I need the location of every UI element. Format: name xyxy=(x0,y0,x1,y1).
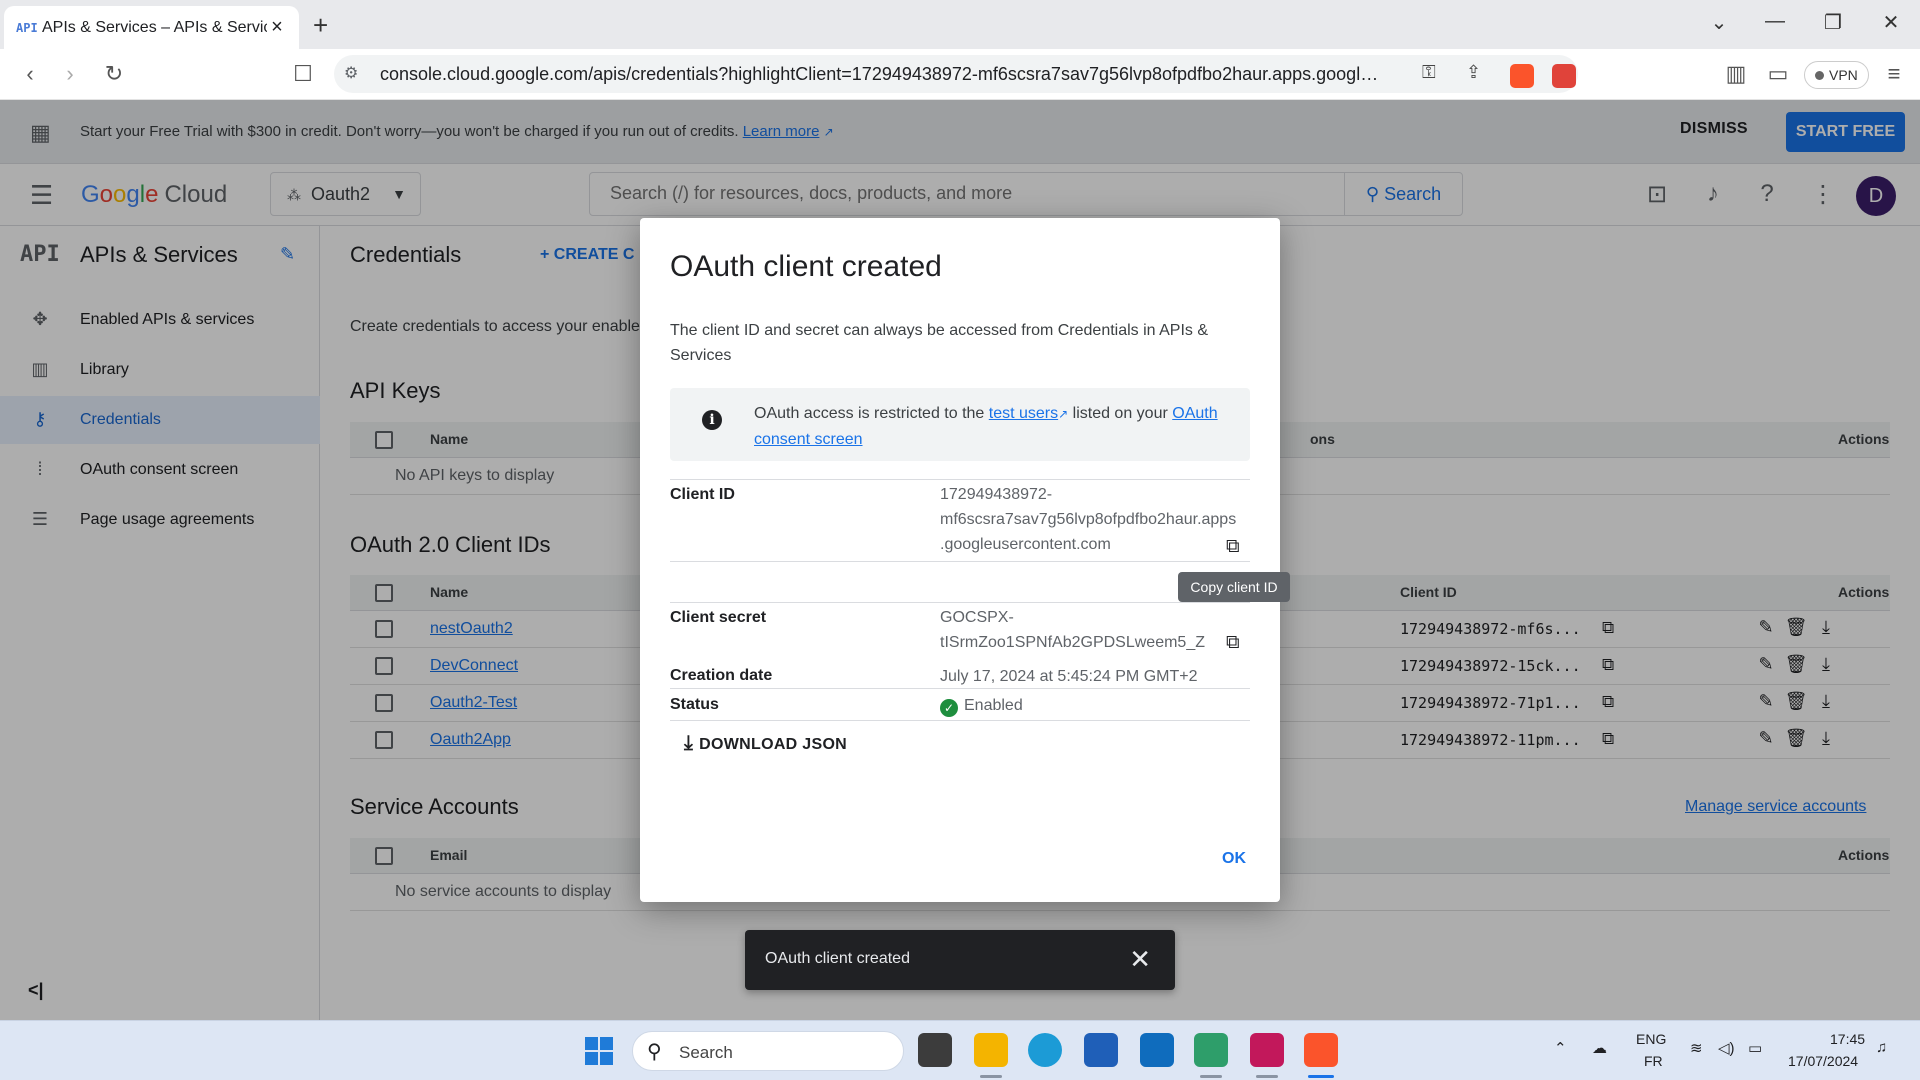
divider xyxy=(670,720,1250,721)
divider xyxy=(670,561,1250,562)
restore-icon[interactable]: ❐ xyxy=(1818,10,1848,35)
check-circle-icon: ✓ xyxy=(940,699,958,717)
bookmark-icon[interactable]: ☐ xyxy=(289,61,317,87)
creation-date-label: Creation date xyxy=(670,667,773,684)
battery-icon[interactable]: ▭ xyxy=(1748,1039,1762,1057)
minimize-icon[interactable]: — xyxy=(1760,10,1790,33)
app-icon[interactable] xyxy=(1194,1033,1228,1067)
test-users-link[interactable]: test users xyxy=(989,405,1058,422)
volume-icon[interactable]: ◁) xyxy=(1718,1039,1735,1057)
download-icon: ⤓ xyxy=(684,732,694,754)
divider xyxy=(670,688,1250,689)
copy-client-secret-icon[interactable]: ⧉ xyxy=(1226,632,1240,654)
file-explorer-icon[interactable] xyxy=(974,1033,1008,1067)
close-icon[interactable]: ✕ xyxy=(1129,944,1151,975)
tab-title: APIs & Services – APIs & Services xyxy=(42,18,267,36)
ok-button[interactable]: OK xyxy=(1222,850,1246,868)
copy-client-id-icon[interactable]: ⧉ xyxy=(1226,536,1240,558)
taskbar-search[interactable]: ⚲ Search xyxy=(632,1031,904,1071)
test-users-notice: i OAuth access is restricted to the test… xyxy=(670,388,1250,461)
language-top[interactable]: ENG xyxy=(1636,1031,1666,1047)
language-bottom[interactable]: FR xyxy=(1644,1053,1663,1069)
wifi-icon[interactable]: ≋ xyxy=(1690,1039,1703,1057)
notification-bell-icon[interactable]: ♫ xyxy=(1876,1039,1887,1056)
app-running-indicator xyxy=(1256,1075,1278,1078)
download-json-button[interactable]: ⤓ DOWNLOAD JSON xyxy=(684,732,847,755)
copy-client-id-tooltip: Copy client ID xyxy=(1178,572,1290,602)
browser-toolbar: ‹ › ↻ ☐ ⚙ console.cloud.google.com/apis/… xyxy=(0,49,1920,100)
site-info-icon[interactable]: ⚙ xyxy=(344,63,358,83)
onedrive-icon[interactable]: ☁ xyxy=(1592,1039,1607,1057)
divider xyxy=(670,602,1250,603)
tab-search-chevron-icon[interactable]: ⌄ xyxy=(1704,10,1734,35)
task-view-icon[interactable] xyxy=(918,1033,952,1067)
oauth-client-created-dialog: OAuth client created The client ID and s… xyxy=(640,218,1290,902)
browser-tab[interactable]: API APIs & Services – APIs & Services × xyxy=(4,6,299,49)
divider xyxy=(670,479,1250,480)
clock-date[interactable]: 17/07/2024 xyxy=(1788,1053,1858,1069)
windows-taskbar: ⚲ Search ⌃ ☁ ENG FR ≋ ◁) ▭ 17:45 17/07/2… xyxy=(0,1020,1920,1080)
snackbar: OAuth client created ✕ xyxy=(745,930,1175,990)
store-icon[interactable] xyxy=(1084,1033,1118,1067)
dialog-description: The client ID and secret can always be a… xyxy=(670,322,1209,364)
vpn-button[interactable]: VPN xyxy=(1804,61,1869,89)
outlook-icon[interactable] xyxy=(1140,1033,1174,1067)
new-tab-icon[interactable]: + xyxy=(313,10,328,41)
dialog-title: OAuth client created xyxy=(670,250,942,283)
sidebar-toggle-icon[interactable]: ▥ xyxy=(1722,61,1750,87)
browser-tab-bar: API APIs & Services – APIs & Services × … xyxy=(0,0,1920,49)
menu-icon[interactable]: ≡ xyxy=(1880,61,1908,87)
url-text[interactable]: console.cloud.google.com/apis/credential… xyxy=(380,64,1380,85)
brave-browser-icon[interactable] xyxy=(1304,1033,1338,1067)
client-secret-label: Client secret xyxy=(670,609,767,626)
app-active-indicator xyxy=(1308,1075,1334,1078)
snackbar-message: OAuth client created xyxy=(765,950,910,967)
app-running-indicator xyxy=(980,1075,1002,1078)
show-hidden-icons-icon[interactable]: ⌃ xyxy=(1554,1039,1567,1057)
client-id-label: Client ID xyxy=(670,486,735,503)
status-value: ✓ Enabled xyxy=(940,693,1023,718)
brave-rewards-icon[interactable] xyxy=(1552,64,1576,88)
vpn-label: VPN xyxy=(1829,67,1858,83)
info-icon: i xyxy=(702,410,722,430)
status-label: Status xyxy=(670,696,719,713)
brave-shields-icon[interactable] xyxy=(1510,64,1534,88)
notice-text: listed on your xyxy=(1068,405,1173,422)
password-key-icon[interactable]: ⚿ xyxy=(1422,62,1436,83)
notice-text: OAuth access is restricted to the xyxy=(754,405,989,422)
clock-time[interactable]: 17:45 xyxy=(1830,1031,1865,1047)
external-link-icon: ↗ xyxy=(1058,407,1069,421)
share-icon[interactable]: ⇪ xyxy=(1466,62,1481,83)
creation-date-value: July 17, 2024 at 5:45:24 PM GMT+2 xyxy=(940,668,1198,685)
reload-icon[interactable]: ↻ xyxy=(100,61,128,87)
wallet-icon[interactable]: ▭ xyxy=(1764,61,1792,87)
forward-icon[interactable]: › xyxy=(56,61,84,87)
search-icon: ⚲ xyxy=(647,1041,662,1063)
app-running-indicator xyxy=(1200,1075,1222,1078)
windows-start-icon[interactable] xyxy=(585,1037,613,1065)
window-close-icon[interactable]: ✕ xyxy=(1876,10,1906,35)
client-id-value: 172949438972- mf6scsra7sav7g56lvp8ofpdfb… xyxy=(940,486,1237,553)
address-bar[interactable]: ⚙ console.cloud.google.com/apis/credenti… xyxy=(334,55,1578,93)
back-icon[interactable]: ‹ xyxy=(16,61,44,87)
edge-icon[interactable] xyxy=(1028,1033,1062,1067)
client-secret-value: GOCSPX- tISrmZoo1SPNfAb2GPDSLweem5_Z xyxy=(940,609,1205,651)
app-icon[interactable] xyxy=(1250,1033,1284,1067)
api-favicon-icon: API xyxy=(16,20,38,35)
close-tab-icon[interactable]: × xyxy=(267,16,287,39)
taskbar-search-label: Search xyxy=(679,1043,733,1062)
